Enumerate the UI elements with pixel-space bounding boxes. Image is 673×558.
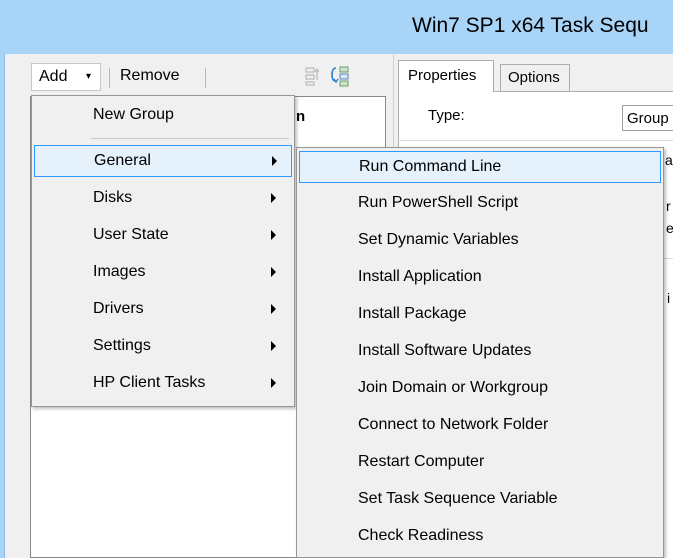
general-submenu: Run Command Line Run PowerShell Script S… (296, 147, 664, 558)
menu-item-join-domain-or-workgroup[interactable]: Join Domain or Workgroup (299, 373, 661, 405)
menu-item-label: Settings (93, 337, 151, 354)
menu-item-label: Check Readiness (358, 527, 484, 544)
add-menu-button[interactable]: Add ▾ (31, 63, 101, 91)
menu-item-label: Run PowerShell Script (358, 194, 519, 211)
type-field: Group (622, 105, 673, 131)
menu-item-disks[interactable]: Disks (34, 183, 292, 215)
menu-item-label: Restart Computer (358, 453, 485, 470)
menu-item-label: Install Software Updates (358, 342, 532, 359)
menu-item-run-powershell-script[interactable]: Run PowerShell Script (299, 188, 661, 220)
menu-item-label: Connect to Network Folder (358, 416, 549, 433)
submenu-arrow-icon (271, 193, 276, 203)
tab-options-label: Options (508, 69, 560, 86)
menu-item-install-software-updates[interactable]: Install Software Updates (299, 336, 661, 368)
menu-separator (91, 138, 289, 139)
menu-item-connect-to-network-folder[interactable]: Connect to Network Folder (299, 410, 661, 442)
menu-item-label: Drivers (93, 300, 144, 317)
menu-item-label: Disks (93, 189, 133, 206)
menu-item-check-readiness[interactable]: Check Readiness (299, 521, 661, 553)
partial-text: al (665, 152, 673, 168)
submenu-arrow-icon (271, 341, 276, 351)
submenu-arrow-icon (271, 230, 276, 240)
partial-text: e (666, 220, 673, 236)
tab-properties[interactable]: Properties (398, 60, 494, 92)
type-value: Group (627, 110, 669, 127)
menu-item-run-command-line[interactable]: Run Command Line (299, 151, 661, 183)
divider-line (398, 140, 673, 141)
menu-item-new-group[interactable]: New Group (34, 100, 292, 132)
move-up-icon[interactable] (305, 66, 319, 86)
menu-item-label: Install Package (358, 305, 467, 322)
submenu-arrow-icon (271, 267, 276, 277)
toolbar-separator (109, 68, 110, 88)
add-label: Add (39, 68, 68, 85)
move-down-icon[interactable] (330, 65, 350, 87)
menu-item-label: Set Task Sequence Variable (358, 490, 558, 507)
chevron-down-icon: ▾ (86, 71, 92, 82)
toolbar-separator (205, 68, 206, 88)
partial-text: r (666, 198, 671, 214)
menu-item-general[interactable]: General (34, 145, 292, 177)
menu-item-drivers[interactable]: Drivers (34, 294, 292, 326)
menu-item-label: Images (93, 263, 146, 280)
tab-properties-label: Properties (408, 67, 477, 84)
remove-button[interactable]: Remove (120, 67, 180, 85)
type-label: Type: (428, 107, 465, 124)
menu-item-set-task-sequence-variable[interactable]: Set Task Sequence Variable (299, 484, 661, 516)
menu-item-label: User State (93, 226, 169, 243)
window-title: Win7 SP1 x64 Task Sequ (412, 14, 649, 37)
title-bar: Win7 SP1 x64 Task Sequ (0, 0, 673, 54)
menu-item-label: Set Dynamic Variables (358, 231, 519, 248)
add-menu: New Group General Disks User State Image… (31, 95, 295, 407)
tree-header-fragment: n (296, 108, 306, 125)
menu-item-settings[interactable]: Settings (34, 331, 292, 363)
menu-item-label: Join Domain or Workgroup (358, 379, 549, 396)
menu-item-hp-client-tasks[interactable]: HP Client Tasks (34, 368, 292, 400)
menu-item-restart-computer[interactable]: Restart Computer (299, 447, 661, 479)
menu-item-label: Run Command Line (359, 158, 502, 175)
submenu-arrow-icon (272, 156, 277, 166)
menu-item-user-state[interactable]: User State (34, 220, 292, 252)
menu-item-install-package[interactable]: Install Package (299, 299, 661, 331)
menu-item-label: General (94, 152, 151, 169)
tab-options[interactable]: Options (500, 64, 570, 91)
menu-item-label: New Group (93, 106, 174, 123)
partial-text: i (667, 290, 671, 306)
menu-item-label: Install Application (358, 268, 482, 285)
submenu-arrow-icon (271, 304, 276, 314)
submenu-arrow-icon (271, 378, 276, 388)
menu-item-label: HP Client Tasks (93, 374, 206, 391)
menu-item-set-dynamic-variables[interactable]: Set Dynamic Variables (299, 225, 661, 257)
menu-item-install-application[interactable]: Install Application (299, 262, 661, 294)
menu-item-images[interactable]: Images (34, 257, 292, 289)
